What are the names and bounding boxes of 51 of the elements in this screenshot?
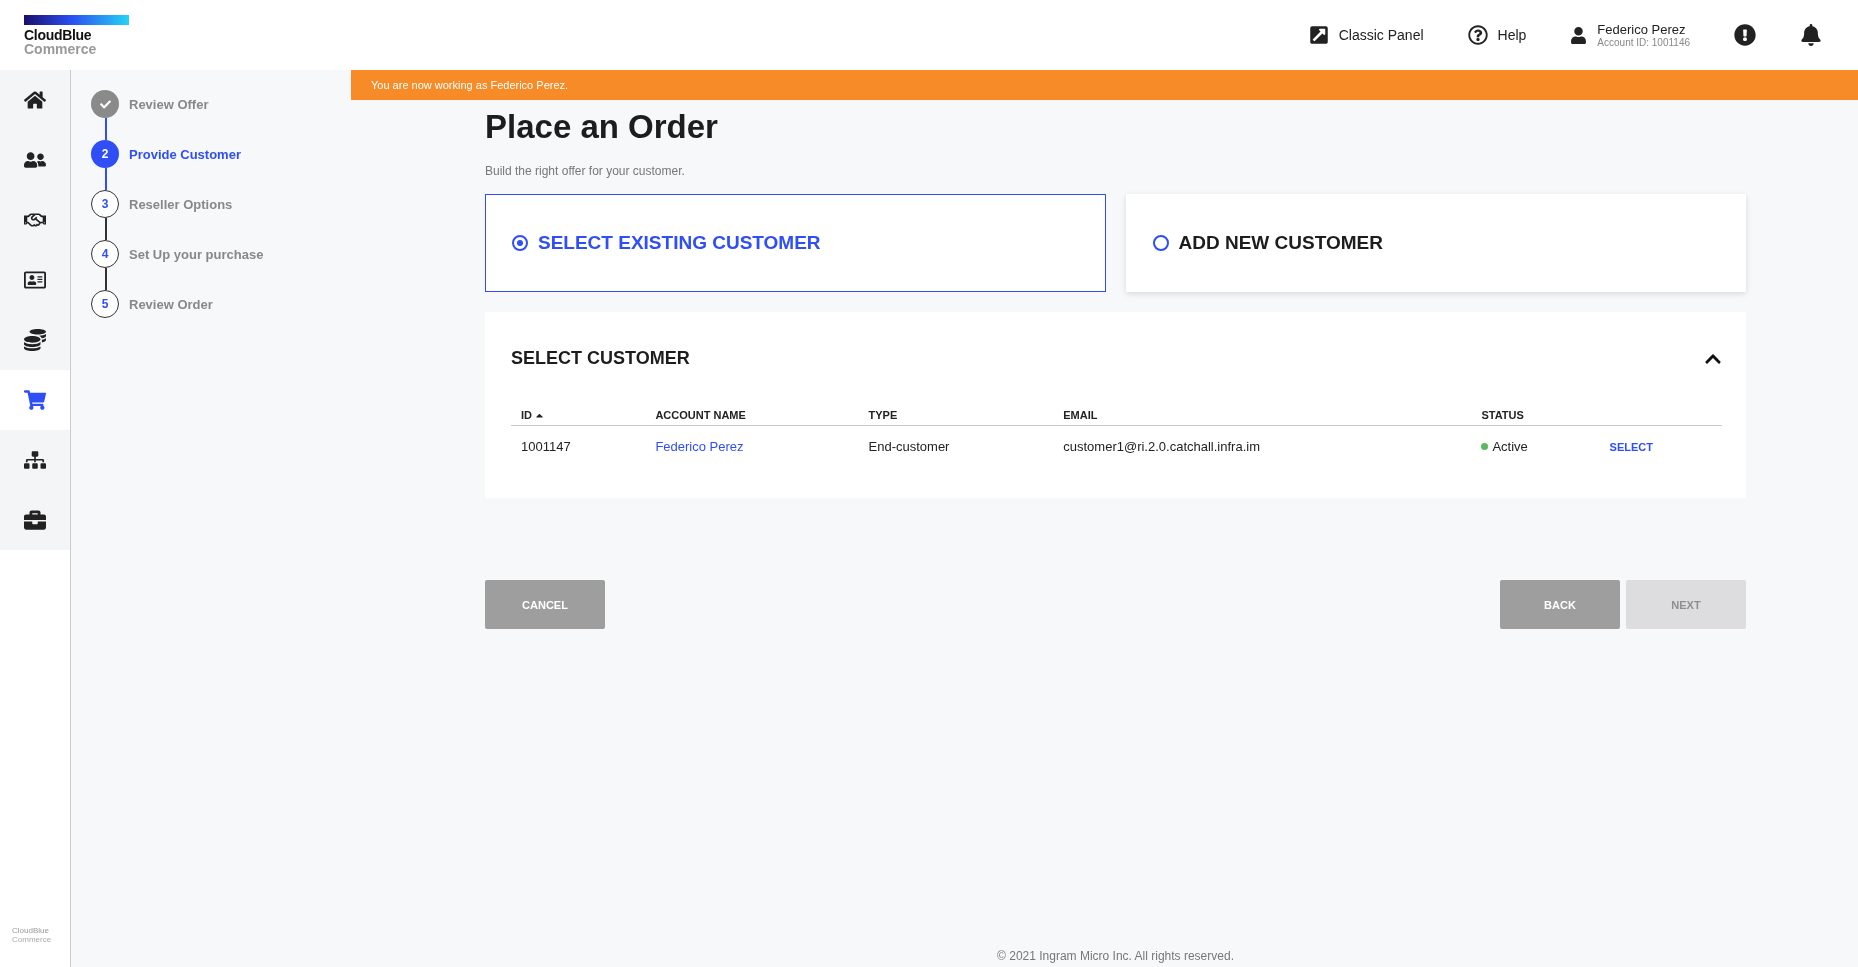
user-name: Federico Perez [1597, 22, 1687, 37]
step-label[interactable]: Reseller Options [129, 196, 233, 212]
home-icon [24, 89, 46, 111]
customer-option-card[interactable]: ADD NEW CUSTOMER [1125, 194, 1746, 292]
classic-panel-link[interactable]: Classic Panel [1308, 25, 1424, 45]
panel-title: SELECT CUSTOMER [511, 348, 690, 369]
page-subtitle: Build the right offer for your customer. [485, 164, 686, 178]
briefcase-icon [24, 509, 46, 531]
external-link-icon [1308, 25, 1329, 45]
table-cell: End-customer [858, 425, 1054, 466]
column-header[interactable]: ACCOUNT NAME [645, 409, 859, 426]
step-label[interactable]: Provide Customer [129, 146, 241, 162]
alert-icon[interactable] [1734, 24, 1756, 46]
step-marker: 4 [91, 240, 119, 268]
users-icon [24, 149, 46, 171]
help-link[interactable]: Help [1467, 25, 1527, 45]
step-label[interactable]: Set Up your purchase [129, 246, 264, 262]
page-title: Place an Order [485, 108, 719, 146]
column-header[interactable]: STATUS [1471, 409, 1600, 426]
step-label[interactable]: Review Order [129, 296, 213, 312]
footer-logo: CloudBlue Commerce [11, 927, 53, 947]
customer-option-card[interactable]: SELECT EXISTING CUSTOMER [485, 194, 1106, 292]
option-label: ADD NEW CUSTOMER [1178, 232, 1383, 254]
account-id: Account ID: 1001146 [1597, 37, 1690, 48]
step-marker: 2 [91, 140, 119, 168]
option-label: SELECT EXISTING CUSTOMER [538, 232, 821, 254]
step-label[interactable]: Review Offer [129, 96, 209, 112]
table-cell: 1001147 [511, 425, 646, 466]
id-card-icon [24, 269, 46, 291]
logo[interactable]: CloudBlue Commerce [24, 14, 129, 56]
check-icon [99, 98, 111, 110]
nav-item[interactable] [0, 370, 70, 430]
select-button[interactable]: SELECT [1609, 440, 1653, 453]
column-header[interactable]: ID [511, 409, 646, 426]
user-icon[interactable] [1570, 26, 1588, 44]
radio-button[interactable] [1152, 235, 1169, 251]
help-icon [1467, 25, 1488, 45]
sitemap-icon [24, 449, 46, 471]
step-marker: 5 [91, 290, 119, 318]
notifications-icon[interactable] [1800, 24, 1822, 46]
copyright: © 2021 Ingram Micro Inc. All rights reserved. [996, 949, 1235, 965]
column-header[interactable]: TYPE [858, 409, 1054, 426]
step-marker: 3 [91, 190, 119, 218]
radio-button[interactable] [512, 235, 528, 251]
account-name-link[interactable]: Federico Perez [655, 438, 744, 454]
status-text: Active [1492, 439, 1528, 454]
coins-icon [24, 329, 46, 351]
table-cell: customer1@ri.2.0.catchall.infra.im [1053, 425, 1472, 466]
impersonation-banner: You are now working as Federico Perez. [351, 70, 1858, 100]
column-header[interactable]: EMAIL [1053, 409, 1472, 426]
cart-icon [24, 389, 46, 411]
